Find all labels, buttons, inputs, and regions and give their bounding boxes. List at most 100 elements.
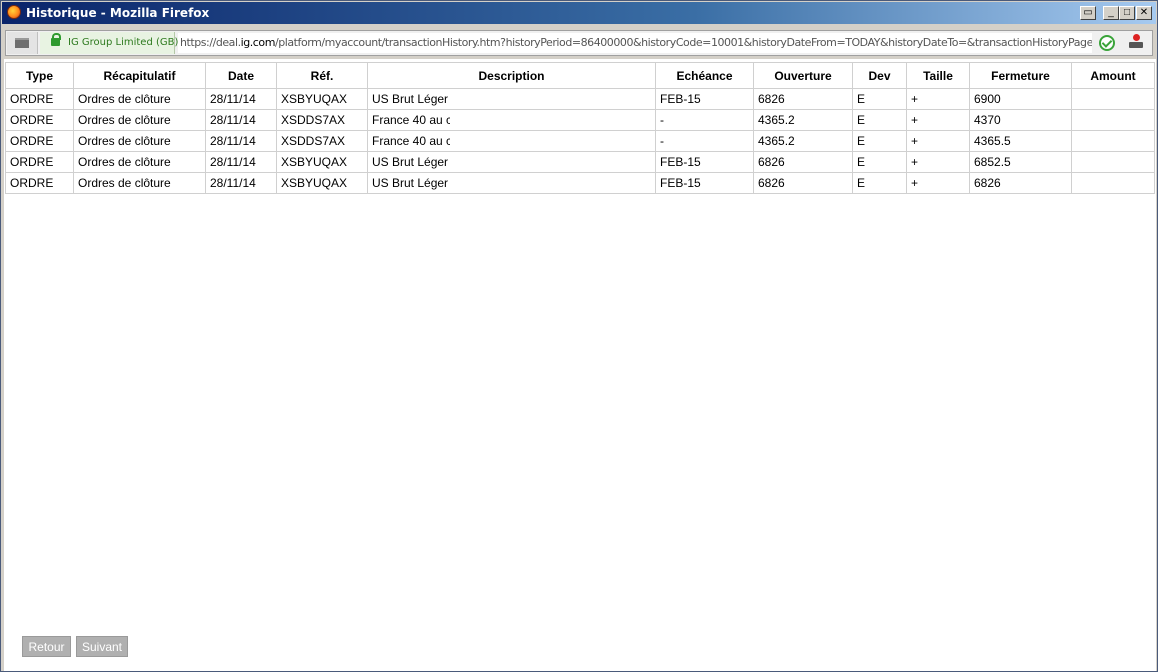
cell-type: ORDRE [5, 130, 74, 152]
cell-recap: Ordres de clôture [73, 130, 206, 152]
column-header-ouverture: Ouverture [753, 62, 853, 89]
cell-amount [1071, 151, 1155, 173]
cell-recap: Ordres de clôture [73, 109, 206, 131]
cell-recap: Ordres de clôture [73, 88, 206, 110]
cell-ref: XSBYUQAX [276, 151, 368, 173]
cell-description: France 40 au c [367, 130, 656, 152]
cell-taille: + [906, 151, 970, 173]
page-content: Type Récapitulatif Date Réf. Description… [4, 59, 1156, 671]
next-button[interactable]: Suivant [76, 636, 128, 657]
description-text: France 40 au c [372, 113, 450, 127]
cell-ref: XSDDS7AX [276, 130, 368, 152]
title-bar[interactable]: Historique - Mozilla Firefox ▭ _ □ ✕ [2, 2, 1156, 24]
cell-taille: + [906, 88, 970, 110]
column-header-dev: Dev [852, 62, 907, 89]
column-header-type: Type [5, 62, 74, 89]
table-row: ORDRE Ordres de clôture 28/11/14 XSDDS7A… [5, 109, 1155, 131]
description-text: US Brut Léger [372, 176, 449, 190]
cell-fermeture: 4365.5 [969, 130, 1072, 152]
cell-ref: XSDDS7AX [276, 109, 368, 131]
transaction-history-table: Type Récapitulatif Date Réf. Description… [5, 62, 1155, 194]
maximize-button[interactable]: □ [1119, 6, 1135, 20]
cell-recap: Ordres de clôture [73, 151, 206, 173]
cell-description: France 40 au c [367, 109, 656, 131]
cell-recap: Ordres de clôture [73, 172, 206, 194]
cell-taille: + [906, 130, 970, 152]
url-field[interactable]: https://deal.ig.com/platform/myaccount/t… [178, 33, 1092, 53]
restore-popup-icon[interactable]: ▭ [1080, 6, 1096, 20]
cell-fermeture: 4370 [969, 109, 1072, 131]
address-bar: IG Group Limited (GB) https://deal.ig.co… [5, 30, 1153, 56]
minimize-button[interactable]: _ [1103, 6, 1119, 20]
table-row: ORDRE Ordres de clôture 28/11/14 XSBYUQA… [5, 172, 1155, 194]
cell-fermeture: 6852.5 [969, 151, 1072, 173]
table-header-row: Type Récapitulatif Date Réf. Description… [5, 62, 1155, 89]
cell-dev: E [852, 151, 907, 173]
column-header-taille: Taille [906, 62, 970, 89]
cell-taille: + [906, 172, 970, 194]
site-identity-label: IG Group Limited (GB) [68, 37, 179, 48]
url-prefix: https://deal. [180, 36, 241, 49]
back-button[interactable]: Retour [22, 636, 71, 657]
site-identity[interactable]: IG Group Limited (GB) [40, 32, 179, 54]
cell-ref: XSBYUQAX [276, 172, 368, 194]
cell-dev: E [852, 172, 907, 194]
cell-description: US Brut Léger [367, 151, 656, 173]
column-header-echeance: Echéance [655, 62, 754, 89]
lock-icon [51, 33, 61, 46]
cell-ouverture: 6826 [753, 172, 853, 194]
description-text: France 40 au c [372, 134, 450, 148]
cell-echeance: - [655, 109, 754, 131]
cell-echeance: FEB-15 [655, 172, 754, 194]
column-header-ref: Réf. [276, 62, 368, 89]
firefox-icon [7, 5, 21, 19]
close-button[interactable]: ✕ [1136, 6, 1152, 20]
url-domain: ig.com [240, 36, 276, 49]
cell-description: US Brut Léger [367, 172, 656, 194]
table-row: ORDRE Ordres de clôture 28/11/14 XSDDS7A… [5, 130, 1155, 152]
cell-taille: + [906, 109, 970, 131]
column-header-recap: Récapitulatif [73, 62, 206, 89]
window-title: Historique - Mozilla Firefox [26, 6, 210, 20]
cell-date: 28/11/14 [205, 88, 277, 110]
column-header-description: Description [367, 62, 656, 89]
cell-echeance: FEB-15 [655, 151, 754, 173]
cell-ouverture: 4365.2 [753, 109, 853, 131]
description-text: US Brut Léger [372, 92, 449, 106]
cell-ouverture: 4365.2 [753, 130, 853, 152]
cell-amount [1071, 130, 1155, 152]
table-row: ORDRE Ordres de clôture 28/11/14 XSBYUQA… [5, 151, 1155, 173]
cell-ouverture: 6826 [753, 151, 853, 173]
cell-type: ORDRE [5, 172, 74, 194]
cell-echeance: - [655, 130, 754, 152]
cell-description: US Brut Léger [367, 88, 656, 110]
cell-date: 28/11/14 [205, 172, 277, 194]
cell-dev: E [852, 130, 907, 152]
cell-fermeture: 6900 [969, 88, 1072, 110]
cell-type: ORDRE [5, 151, 74, 173]
browser-window: Historique - Mozilla Firefox ▭ _ □ ✕ IG … [0, 0, 1158, 672]
cell-amount [1071, 88, 1155, 110]
cell-date: 28/11/14 [205, 151, 277, 173]
cell-dev: E [852, 109, 907, 131]
column-header-amount: Amount [1071, 62, 1155, 89]
cell-ouverture: 6826 [753, 88, 853, 110]
cell-amount [1071, 109, 1155, 131]
cell-dev: E [852, 88, 907, 110]
url-path: /platform/myaccount/transactionHistory.h… [274, 36, 1092, 49]
cell-type: ORDRE [5, 109, 74, 131]
cell-ref: XSBYUQAX [276, 88, 368, 110]
check-icon[interactable] [1099, 35, 1115, 51]
column-header-fermeture: Fermeture [969, 62, 1072, 89]
cell-amount [1071, 172, 1155, 194]
cell-fermeture: 6826 [969, 172, 1072, 194]
description-text: US Brut Léger [372, 155, 449, 169]
cell-date: 28/11/14 [205, 130, 277, 152]
column-header-date: Date [205, 62, 277, 89]
notification-icon[interactable] [1129, 34, 1143, 50]
cell-echeance: FEB-15 [655, 88, 754, 110]
cell-date: 28/11/14 [205, 109, 277, 131]
table-row: ORDRE Ordres de clôture 28/11/14 XSBYUQA… [5, 88, 1155, 110]
page-icon [7, 32, 38, 54]
cell-type: ORDRE [5, 88, 74, 110]
